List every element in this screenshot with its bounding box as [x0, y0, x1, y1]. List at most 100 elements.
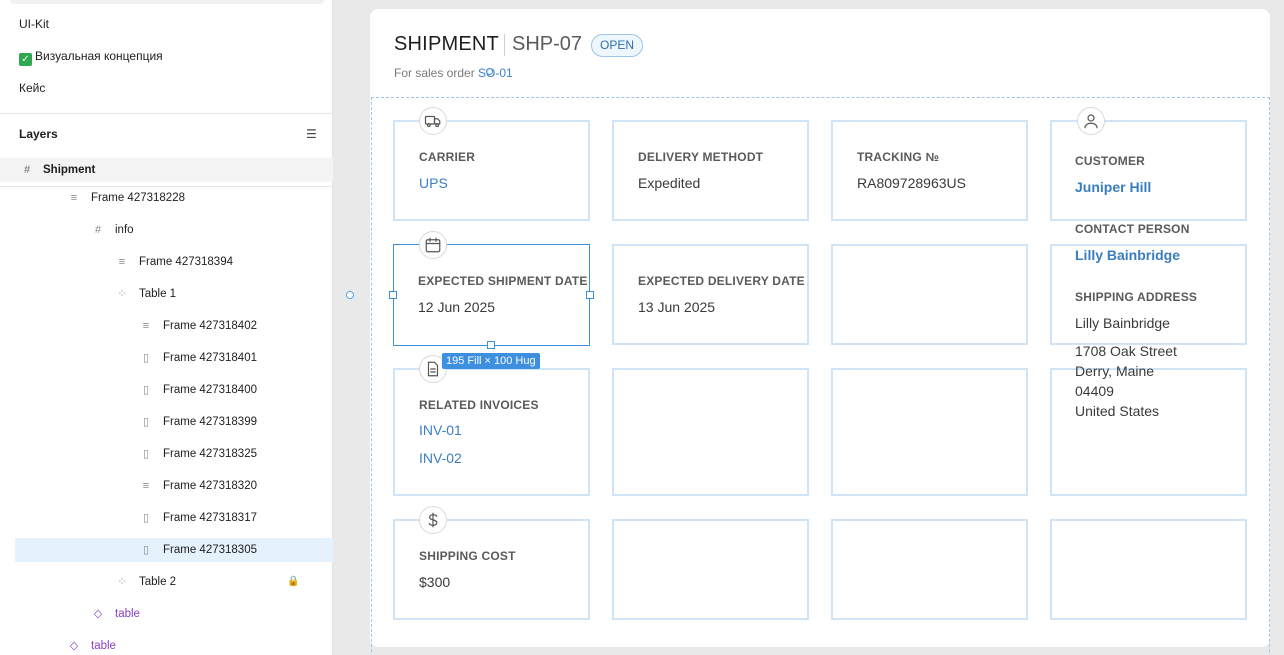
vertical-layout-icon: ▯ — [142, 416, 150, 428]
delivery-method-cell[interactable]: DELIVERY METHODT Expedited — [612, 120, 809, 221]
expected-shipment-cell[interactable]: EXPECTED SHIPMENT DATE 12 Jun 2025 — [393, 244, 590, 346]
auto-layout-icon: ≡ — [142, 320, 150, 332]
auto-layout-icon: ≡ — [118, 256, 126, 268]
carrier-cell[interactable]: CARRIER UPS — [393, 120, 590, 221]
layer-label: Frame 427318402 — [163, 320, 257, 332]
vertical-layout-icon: ▯ — [142, 544, 150, 556]
cell-label: CARRIER — [419, 150, 476, 164]
contact-person-link[interactable]: Lilly Bainbridge — [1075, 247, 1180, 263]
layer-row-selected[interactable]: ▯ Frame 427318305 — [15, 538, 333, 562]
truck-icon — [419, 107, 447, 135]
sales-order-subtitle: For sales order SO-01 — [394, 66, 513, 80]
layer-row[interactable]: # info — [0, 218, 333, 242]
layers-sidebar: UI-Kit ✓ Визуальная концепция Кейс Layers… — [0, 0, 333, 655]
delivery-method-value: Expedited — [638, 175, 701, 191]
page-item-label: Кейс — [19, 81, 46, 95]
layer-row-shipment[interactable]: # Shipment — [0, 158, 333, 182]
frame-icon: # — [94, 224, 102, 236]
carrier-value[interactable]: UPS — [419, 175, 448, 191]
tracking-cell[interactable]: TRACKING № RA809728963US — [831, 120, 1028, 221]
address-line: 04409 — [1075, 383, 1114, 399]
component-instance-icon: ◇ — [93, 608, 103, 620]
address-name: Lilly Bainbridge — [1075, 315, 1170, 331]
cursor-indicator — [486, 68, 493, 75]
layer-row[interactable]: ⁘ Table 2 🔒 — [0, 570, 333, 594]
shipping-cost-cell[interactable]: SHIPPING COST $300 — [393, 519, 590, 620]
layer-label: Frame 427318399 — [163, 416, 257, 428]
cell-label: SHIPPING COST — [419, 549, 516, 563]
empty-cell[interactable] — [612, 519, 809, 620]
layer-row[interactable]: ▯ Frame 427318317 — [0, 506, 333, 530]
resize-handle-left[interactable] — [389, 291, 397, 299]
layer-row[interactable]: ▯ Frame 427318401 — [0, 346, 333, 370]
layer-row[interactable]: ⁘ Table 1 — [0, 282, 333, 306]
canvas-edge-handle[interactable] — [346, 291, 354, 299]
related-invoices-cell[interactable]: RELATED INVOICES INV-01 INV-02 — [393, 368, 590, 496]
address-line: 1708 Oak Street — [1075, 343, 1177, 359]
grid-icon: ⁘ — [117, 288, 127, 300]
expected-shipment-value: 12 Jun 2025 — [418, 299, 496, 315]
empty-cell[interactable] — [831, 519, 1028, 620]
layer-label: Frame 427318317 — [163, 512, 257, 524]
layer-label: Frame 427318305 — [163, 544, 257, 556]
layer-label: table — [115, 608, 140, 620]
layer-row[interactable]: ▯ Frame 427318325 — [0, 442, 333, 466]
page-item-case[interactable]: Кейс — [19, 80, 45, 96]
expected-delivery-value: 13 Jun 2025 — [638, 299, 716, 315]
address-line: Derry, Maine — [1075, 363, 1155, 379]
vertical-layout-icon: ▯ — [142, 384, 150, 396]
page-item-visual-concept[interactable]: ✓ Визуальная концепция — [19, 48, 163, 66]
page-item-label: Визуальная концепция — [35, 49, 163, 63]
user-icon — [1077, 107, 1105, 135]
invoice-link[interactable]: INV-02 — [419, 450, 462, 466]
empty-cell[interactable] — [831, 368, 1028, 496]
customer-label: CUSTOMER — [1075, 154, 1146, 168]
sidebar-divider — [0, 113, 333, 114]
cell-label: DELIVERY METHODT — [638, 150, 764, 164]
component-instance-icon: ◇ — [69, 640, 79, 652]
expected-delivery-cell[interactable]: EXPECTED DELIVERY DATE 13 Jun 2025 — [612, 244, 809, 345]
page-item-highlight — [10, 0, 324, 4]
layer-row-component[interactable]: ◇ table — [0, 602, 333, 626]
empty-cell[interactable] — [612, 368, 809, 496]
layer-row[interactable]: ▯ Frame 427318399 — [0, 410, 333, 434]
layer-label: Frame 427318400 — [163, 384, 257, 396]
lock-icon[interactable]: 🔒 — [287, 570, 299, 594]
page-item-label: UI-Kit — [19, 17, 49, 31]
sales-order-link[interactable]: SO-01 — [478, 66, 513, 80]
resize-handle-right[interactable] — [586, 291, 594, 299]
auto-layout-icon: ≡ — [70, 192, 78, 204]
layer-row[interactable]: ▯ Frame 427318400 — [0, 378, 333, 402]
collapse-layers-icon[interactable]: ☰ — [306, 127, 317, 141]
contact-person-label: CONTACT PERSON — [1075, 222, 1190, 236]
grid-icon: ⁘ — [117, 576, 127, 588]
page-title: SHIPMENT — [394, 33, 499, 55]
layer-row-component[interactable]: ◇ table — [0, 634, 333, 655]
page-item-ui-kit[interactable]: UI-Kit — [19, 16, 49, 32]
title-separator — [504, 34, 505, 56]
empty-cell[interactable] — [831, 244, 1028, 345]
layers-title: Layers — [19, 127, 58, 141]
layer-row[interactable]: ≡ Frame 427318320 — [0, 474, 333, 498]
cell-label: EXPECTED SHIPMENT DATE — [418, 274, 588, 288]
customer-name-link[interactable]: Juniper Hill — [1075, 179, 1151, 195]
subtitle-prefix: For sales order — [394, 66, 475, 80]
layer-row[interactable]: ≡ Frame 427318228 — [0, 186, 333, 210]
layer-label: table — [91, 640, 116, 652]
layer-row[interactable]: ≡ Frame 427318402 — [0, 314, 333, 338]
cell-label: EXPECTED DELIVERY DATE — [638, 274, 805, 288]
shipping-address-label: SHIPPING ADDRESS — [1075, 290, 1198, 304]
customer-cell[interactable] — [1050, 120, 1247, 221]
layer-row[interactable]: ≡ Frame 427318394 — [0, 250, 333, 274]
invoice-link[interactable]: INV-01 — [419, 422, 462, 438]
resize-handle-bottom[interactable] — [487, 341, 495, 349]
check-mark-icon: ✓ — [19, 53, 32, 66]
dimension-badge: 195 Fill × 100 Hug — [442, 353, 540, 369]
layer-label: Frame 427318401 — [163, 352, 257, 364]
empty-cell[interactable] — [1050, 519, 1247, 620]
vertical-layout-icon: ▯ — [142, 352, 150, 364]
vertical-layout-icon: ▯ — [142, 512, 150, 524]
shipment-id: SHP-07 — [512, 33, 583, 55]
layer-label: Frame 427318325 — [163, 448, 257, 460]
vertical-layout-icon: ▯ — [142, 448, 150, 460]
